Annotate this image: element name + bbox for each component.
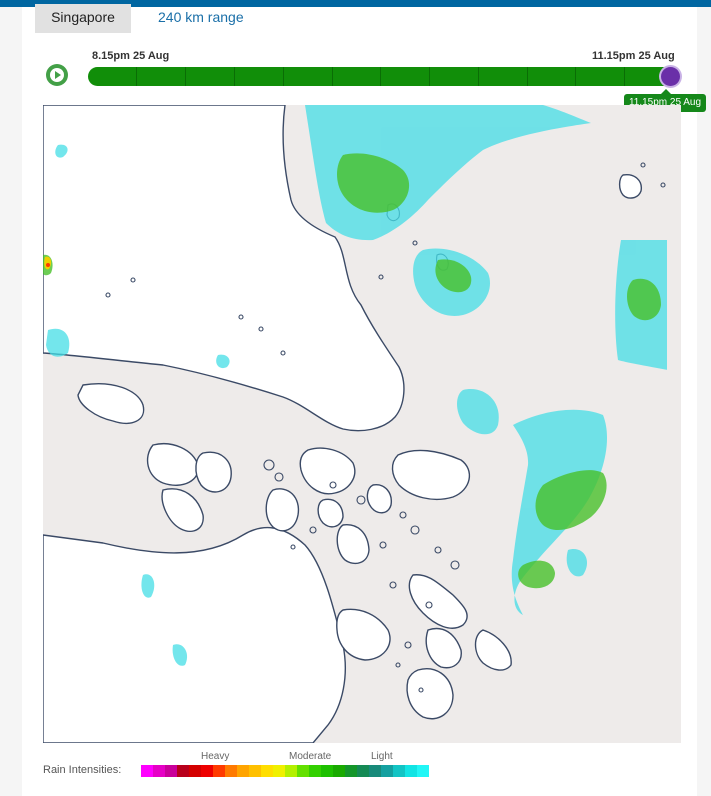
legend-swatch bbox=[273, 765, 285, 777]
rain-intensity-legend-bar bbox=[141, 765, 429, 777]
legend-swatch bbox=[165, 765, 177, 777]
legend-swatch bbox=[285, 765, 297, 777]
legend-swatch bbox=[261, 765, 273, 777]
timeline-slider-track[interactable] bbox=[88, 67, 680, 86]
legend-swatch bbox=[309, 765, 321, 777]
legend-swatch bbox=[393, 765, 405, 777]
legend-swatch bbox=[297, 765, 309, 777]
legend-swatch bbox=[249, 765, 261, 777]
legend-swatch bbox=[177, 765, 189, 777]
legend-swatch bbox=[237, 765, 249, 777]
play-icon bbox=[50, 68, 64, 82]
legend-title: Rain Intensities: bbox=[43, 764, 122, 776]
legend-swatch bbox=[357, 765, 369, 777]
legend-swatch bbox=[417, 765, 429, 777]
timeline-slider-thumb[interactable] bbox=[661, 67, 680, 86]
legend-swatch bbox=[141, 765, 153, 777]
legend-swatch bbox=[201, 765, 213, 777]
legend-swatch bbox=[405, 765, 417, 777]
legend-swatch bbox=[345, 765, 357, 777]
tab-240km-range[interactable]: 240 km range bbox=[158, 4, 244, 33]
legend-swatch bbox=[213, 765, 225, 777]
legend-swatch bbox=[369, 765, 381, 777]
radar-map[interactable] bbox=[43, 105, 681, 743]
timeline-start-label: 8.15pm 25 Aug bbox=[92, 50, 170, 62]
legend-swatch bbox=[381, 765, 393, 777]
legend-heavy-label: Heavy bbox=[201, 751, 230, 762]
legend-swatch bbox=[225, 765, 237, 777]
legend-swatch bbox=[321, 765, 333, 777]
legend-moderate-label: Moderate bbox=[289, 751, 332, 762]
legend-light-label: Light bbox=[371, 751, 393, 762]
timeline-end-label: 11.15pm 25 Aug bbox=[592, 50, 675, 62]
radar-map-image bbox=[43, 105, 681, 743]
legend-swatch bbox=[333, 765, 345, 777]
tab-singapore[interactable]: Singapore bbox=[35, 4, 131, 33]
legend-swatch bbox=[189, 765, 201, 777]
legend-swatch bbox=[153, 765, 165, 777]
play-button[interactable] bbox=[46, 64, 68, 86]
